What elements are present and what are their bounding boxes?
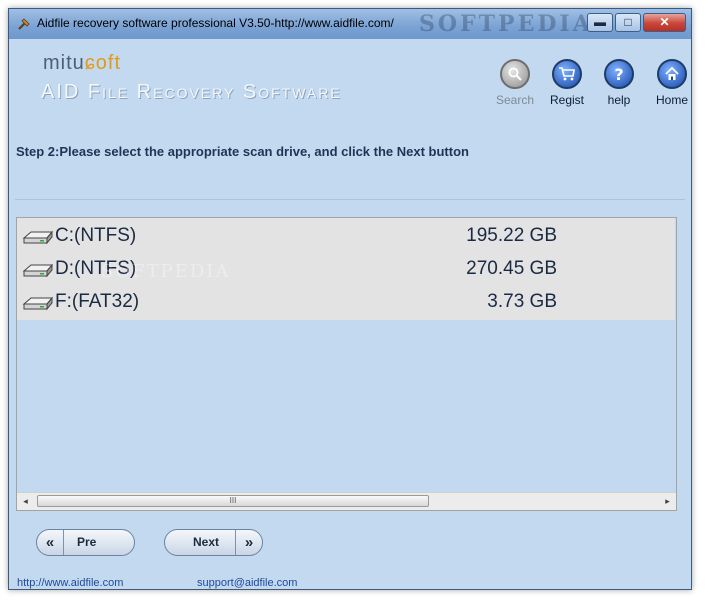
list-watermark: SOFTPEDIA [101,261,231,282]
app-icon [18,18,30,30]
brand-accent: ɕoft [84,52,122,74]
help-label: help [607,93,631,107]
drive-size: 3.73 GB [487,291,557,312]
home-label: Home [655,93,688,107]
drive-icon [22,296,54,311]
search-button[interactable]: Search [487,59,543,107]
pre-button[interactable]: « Pre [36,529,135,556]
title-bar[interactable]: Aidfile recovery software professional V… [9,9,691,39]
brand-prefix: mitu [43,52,85,74]
drive-size: 270.45 GB [466,258,557,279]
home-button[interactable]: Home [644,59,700,107]
drive-size: 195.22 GB [466,225,557,246]
title-watermark: SOFTPEDIA [419,11,593,37]
window-title: Aidfile recovery software professional V… [37,16,394,30]
drive-row[interactable]: C:(NTFS) 195.22 GB [17,220,675,253]
home-icon [657,59,687,89]
regist-label: Regist [549,93,584,107]
scroll-right-button[interactable]: ▸ [659,493,676,510]
pre-label: Pre [77,535,97,549]
drive-rows: C:(NTFS) 195.22 GB D:(NTFS) 270.45 GB F:… [17,218,675,320]
next-button[interactable]: Next » [164,529,263,556]
step-instruction: Step 2:Please select the appropriate sca… [16,144,469,159]
support-email-link[interactable]: support@aidfile.com [197,577,297,589]
product-name: AID File Recovery Software [41,81,342,103]
drive-name: F:(FAT32) [55,291,140,312]
drive-list[interactable]: C:(NTFS) 195.22 GB D:(NTFS) 270.45 GB F:… [16,217,677,511]
horizontal-scrollbar[interactable]: ◂ III ▸ [17,492,676,510]
minimize-icon: ▬ [594,15,606,29]
website-link[interactable]: http://www.aidfile.com [17,577,123,589]
brand-logo: mituɕoft [43,52,121,75]
drive-row[interactable]: F:(FAT32) 3.73 GB [17,286,675,319]
maximize-icon: □ [624,15,632,29]
close-icon: ✕ [659,15,670,29]
client-area: mituɕoft AID File Recovery Software Sear… [15,39,688,589]
double-left-arrow-icon: « [37,530,64,555]
app-window: Aidfile recovery software professional V… [8,8,692,590]
cart-icon [552,59,582,89]
close-button[interactable]: ✕ [643,13,686,32]
scroll-left-button[interactable]: ◂ [17,493,34,510]
scroll-left-icon: ◂ [23,496,28,506]
next-label: Next [193,535,220,549]
scroll-thumb[interactable]: III [37,495,429,507]
drive-icon [22,263,54,278]
drive-name: C:(NTFS) [55,225,137,246]
search-label: Search [495,93,535,107]
regist-button[interactable]: Regist [539,59,595,107]
help-icon: ? [604,59,634,89]
help-button[interactable]: ? help [591,59,647,107]
maximize-button[interactable]: □ [615,13,641,32]
double-right-arrow-icon: » [235,530,262,555]
scroll-right-icon: ▸ [665,496,670,506]
divider [15,199,685,200]
minimize-button[interactable]: ▬ [587,13,613,32]
search-icon [500,59,530,89]
drive-icon [22,230,54,245]
grip-icon: III [229,496,237,505]
